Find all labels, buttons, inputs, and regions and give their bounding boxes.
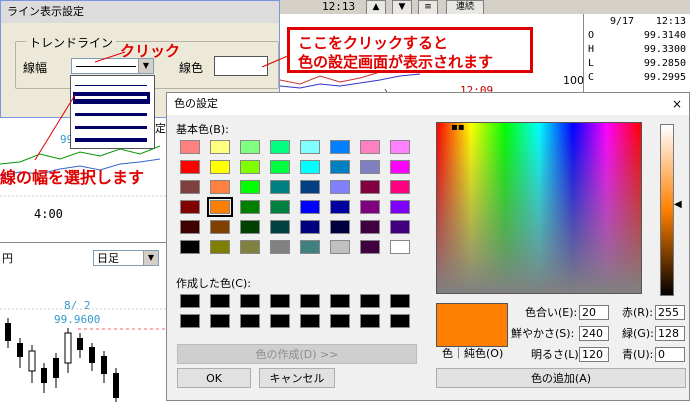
basic-color-swatch[interactable]	[300, 160, 320, 174]
color-dialog-title: 色の設定	[167, 93, 689, 115]
basic-color-swatch[interactable]	[240, 240, 260, 254]
crosshair-icon: ▪▪	[451, 122, 465, 133]
basic-color-swatch[interactable]	[330, 160, 350, 174]
basic-color-swatch[interactable]	[270, 140, 290, 154]
basic-color-swatch[interactable]	[390, 140, 410, 154]
basic-color-swatch[interactable]	[210, 180, 230, 194]
basic-color-swatch[interactable]	[360, 180, 380, 194]
hue-label: 色合い(E):	[525, 306, 578, 319]
luminance-input[interactable]: 120	[579, 347, 609, 362]
custom-color-swatch[interactable]	[300, 294, 320, 308]
basic-color-swatch[interactable]	[270, 180, 290, 194]
saturation-input[interactable]: 240	[579, 326, 609, 341]
basic-color-swatch[interactable]	[360, 240, 380, 254]
basic-color-swatch[interactable]	[360, 220, 380, 234]
add-custom-color-button[interactable]: 色の追加(A)	[436, 368, 686, 388]
define-custom-colors-button[interactable]: 色の作成(D) >>	[177, 344, 417, 364]
green-input[interactable]: 128	[655, 326, 685, 341]
basic-color-swatch[interactable]	[390, 220, 410, 234]
cancel-button[interactable]: キャンセル	[259, 368, 335, 388]
basic-color-swatch[interactable]	[360, 160, 380, 174]
basic-color-swatch[interactable]	[390, 180, 410, 194]
blue-input[interactable]: 0	[655, 347, 685, 362]
close-icon[interactable]: ×	[669, 96, 685, 112]
basic-colors-grid	[180, 140, 416, 258]
custom-color-swatch[interactable]	[180, 294, 200, 308]
custom-color-swatch[interactable]	[360, 314, 380, 328]
basic-color-swatch[interactable]	[360, 140, 380, 154]
custom-color-swatch[interactable]	[330, 314, 350, 328]
custom-color-swatch[interactable]	[390, 294, 410, 308]
basic-color-swatch[interactable]	[270, 160, 290, 174]
color-spectrum[interactable]: ▪▪	[436, 122, 642, 294]
basic-color-swatch[interactable]	[240, 160, 260, 174]
basic-color-swatch[interactable]	[270, 220, 290, 234]
hue-input[interactable]: 20	[579, 305, 609, 320]
basic-color-swatch[interactable]	[180, 180, 200, 194]
custom-color-swatch[interactable]	[180, 314, 200, 328]
custom-color-swatch[interactable]	[270, 294, 290, 308]
basic-color-swatch[interactable]	[300, 180, 320, 194]
custom-color-swatch[interactable]	[360, 294, 380, 308]
basic-color-swatch[interactable]	[330, 240, 350, 254]
custom-colors-label: 作成した色(C):	[176, 277, 251, 290]
basic-color-swatch[interactable]	[240, 180, 260, 194]
basic-color-swatch[interactable]	[180, 140, 200, 154]
basic-color-swatch[interactable]	[390, 240, 410, 254]
basic-color-swatch[interactable]	[180, 240, 200, 254]
custom-color-swatch[interactable]	[210, 314, 230, 328]
red-label: 赤(R):	[622, 306, 653, 319]
basic-colors-label: 基本色(B):	[176, 123, 229, 136]
basic-color-swatch[interactable]	[240, 140, 260, 154]
basic-color-swatch[interactable]	[300, 200, 320, 214]
custom-color-swatch[interactable]	[240, 314, 260, 328]
current-color-preview	[436, 303, 508, 347]
basic-color-swatch[interactable]	[210, 240, 230, 254]
basic-color-swatch[interactable]	[270, 200, 290, 214]
basic-color-swatch[interactable]	[240, 200, 260, 214]
basic-color-swatch[interactable]	[330, 200, 350, 214]
basic-color-swatch[interactable]	[330, 180, 350, 194]
custom-color-swatch[interactable]	[390, 314, 410, 328]
basic-color-swatch[interactable]	[210, 160, 230, 174]
basic-color-swatch[interactable]	[360, 200, 380, 214]
callout-line2: 色の設定画面が表示されます	[298, 53, 494, 71]
blue-label: 青(U):	[622, 348, 654, 361]
basic-color-swatch[interactable]	[210, 140, 230, 154]
slider-arrow-icon[interactable]: ◀	[674, 199, 682, 210]
basic-color-swatch[interactable]	[300, 140, 320, 154]
custom-color-swatch[interactable]	[300, 314, 320, 328]
basic-color-swatch[interactable]	[330, 220, 350, 234]
basic-color-swatch[interactable]	[240, 220, 260, 234]
solid-color-label: 色｜純色(O)	[442, 347, 504, 360]
basic-color-swatch[interactable]	[300, 240, 320, 254]
callout-box: ここをクリックすると 色の設定画面が表示されます	[287, 27, 533, 73]
luminance-label: 明るさ(L):	[531, 348, 583, 361]
basic-color-swatch[interactable]	[210, 220, 230, 234]
basic-color-swatch[interactable]	[180, 220, 200, 234]
saturation-label: 鮮やかさ(S):	[511, 327, 575, 340]
custom-colors-grid	[180, 294, 416, 330]
luminance-slider[interactable]	[660, 124, 674, 296]
basic-color-swatch[interactable]	[180, 160, 200, 174]
basic-color-swatch[interactable]	[390, 200, 410, 214]
green-label: 緑(G):	[622, 327, 654, 340]
basic-color-swatch[interactable]	[330, 140, 350, 154]
custom-color-swatch[interactable]	[210, 294, 230, 308]
callout-line1: ここをクリックすると	[298, 34, 449, 52]
ok-button[interactable]: OK	[177, 368, 251, 388]
basic-color-swatch[interactable]	[300, 220, 320, 234]
basic-color-swatch[interactable]	[270, 240, 290, 254]
red-input[interactable]: 255	[655, 305, 685, 320]
basic-color-swatch[interactable]	[390, 160, 410, 174]
basic-color-swatch[interactable]	[180, 200, 200, 214]
custom-color-swatch[interactable]	[270, 314, 290, 328]
color-settings-dialog: 色の設定 × 基本色(B): 作成した色(C): 色の作成(D) >> OK キ…	[166, 92, 690, 401]
basic-color-swatch[interactable]	[207, 197, 233, 217]
custom-color-swatch[interactable]	[240, 294, 260, 308]
custom-color-swatch[interactable]	[330, 294, 350, 308]
